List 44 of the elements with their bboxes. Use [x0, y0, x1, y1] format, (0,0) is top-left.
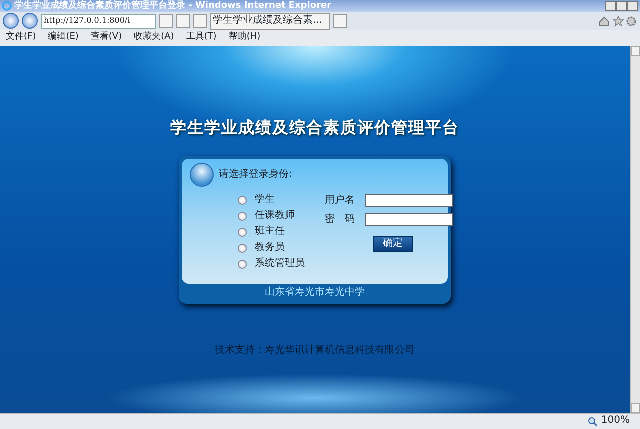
- role-radio[interactable]: [238, 196, 247, 204]
- role-radio[interactable]: [238, 244, 247, 252]
- address-field[interactable]: http://127.0.0.1:800/i: [41, 14, 156, 28]
- role-radio[interactable]: [238, 260, 247, 268]
- browser-icon: [2, 1, 12, 11]
- role-label: 学生: [255, 194, 275, 206]
- browser-tab[interactable]: 学生学业成绩及综合素...: [210, 12, 330, 30]
- menu-item[interactable]: 收藏夹(A): [134, 32, 174, 44]
- back-button[interactable]: [3, 13, 19, 29]
- page-heading: 学生学业成绩及综合素质评价管理平台: [170, 118, 460, 138]
- role-label: 班主任: [255, 226, 285, 238]
- role-radio[interactable]: [238, 212, 247, 220]
- stop-button[interactable]: [193, 14, 207, 28]
- role-prompt: 请选择登录身份:: [219, 168, 292, 182]
- username-label: 用户名: [325, 194, 356, 207]
- forward-button[interactable]: [22, 13, 38, 29]
- window-title: 学生学业成绩及综合素质评价管理平台登录 - Windows Internet Explorer: [14, 0, 332, 12]
- compatibility-button[interactable]: [176, 14, 190, 28]
- close-button[interactable]: [627, 1, 638, 11]
- menu-item[interactable]: 帮助(H): [228, 32, 261, 44]
- password-label: 密 码: [325, 213, 356, 226]
- zoom-level[interactable]: 100%: [601, 415, 630, 428]
- refresh-button[interactable]: [159, 14, 173, 28]
- role-label: 系统管理员: [255, 258, 305, 270]
- user-icon: [190, 163, 214, 187]
- role-label: 任课教师: [255, 210, 295, 222]
- settings-icon[interactable]: [626, 16, 637, 26]
- maximize-button[interactable]: [616, 1, 627, 11]
- minimize-button[interactable]: [605, 1, 616, 11]
- role-radio[interactable]: [238, 228, 247, 236]
- menu-item[interactable]: 查看(V): [90, 32, 122, 44]
- home-icon[interactable]: [599, 16, 610, 26]
- star-icon[interactable]: [612, 16, 624, 26]
- menu-item[interactable]: 文件(F): [6, 32, 36, 44]
- menu-item[interactable]: 工具(T): [186, 32, 217, 44]
- submit-button[interactable]: 确定: [373, 236, 413, 252]
- school-name: 山东省寿光市寿光中学: [264, 287, 366, 300]
- username-field[interactable]: [365, 194, 453, 207]
- password-field[interactable]: [365, 213, 453, 226]
- menu-item[interactable]: 编辑(E): [48, 32, 79, 44]
- zoom-icon: [588, 416, 598, 426]
- new-tab-button[interactable]: [333, 14, 347, 28]
- footer-text: 技术支持：寿光华讯计算机信息科技有限公司: [215, 345, 415, 358]
- role-label: 教务员: [255, 242, 285, 254]
